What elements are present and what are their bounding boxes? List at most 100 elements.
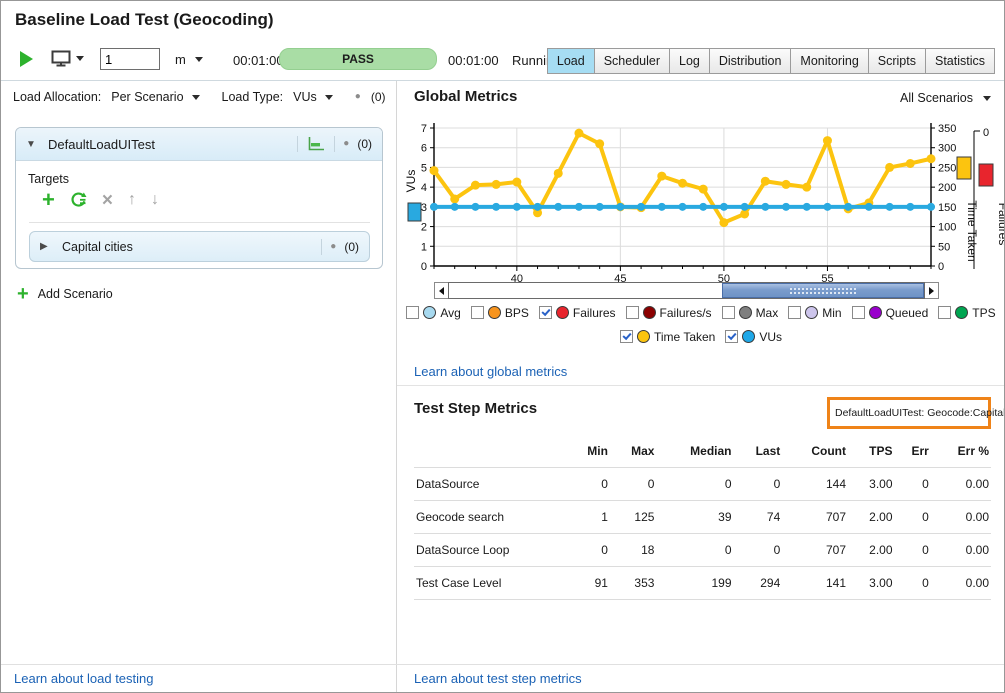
legend-max[interactable]: Max [722, 306, 779, 320]
column-header-count: Count [782, 439, 848, 468]
legend-label: Queued [886, 306, 929, 320]
legend-bps[interactable]: BPS [471, 306, 529, 320]
test-step-selector[interactable]: DefaultLoadUITest: Geocode:Capital citie… [827, 397, 991, 429]
target-item[interactable]: ▶ Capital cities ● (0) [29, 231, 370, 262]
delete-target-icon[interactable]: × [102, 191, 113, 210]
series-color-icon [955, 306, 968, 319]
checkbox-checked[interactable] [539, 306, 552, 319]
load-allocation-select[interactable]: Per Scenario [111, 90, 199, 104]
failure-count: (0) [371, 90, 386, 104]
test-step-metrics-title: Test Step Metrics [414, 400, 537, 417]
series-color-icon [805, 306, 818, 319]
metrics-table-header: MinMaxMedianLastCountTPSErrErr % [414, 439, 991, 468]
add-target-icon[interactable]: + [42, 189, 55, 211]
view-tab-bar: LoadSchedulerLogDistributionMonitoringSc… [548, 48, 995, 74]
tab-distribution[interactable]: Distribution [709, 48, 792, 74]
learn-test-step-metrics-link[interactable]: Learn about test step metrics [414, 671, 582, 686]
scroll-left-button[interactable] [434, 282, 449, 299]
expand-icon[interactable]: ▶ [40, 241, 62, 252]
metric-value: 3.00 [848, 468, 895, 501]
legend-min[interactable]: Min [788, 306, 841, 320]
chart-legend-row-1: Avg BPS Failures Failures/s Max Min Queued TPS [401, 304, 1001, 322]
checkbox-unchecked[interactable] [626, 306, 639, 319]
tab-scheduler[interactable]: Scheduler [594, 48, 670, 74]
metric-value: 0 [656, 534, 733, 567]
legend-vus[interactable]: VUs [725, 330, 782, 344]
tab-statistics[interactable]: Statistics [925, 48, 995, 74]
legend-queued[interactable]: Queued [852, 306, 929, 320]
status-dot-icon: ● [343, 139, 349, 149]
move-down-icon[interactable]: ↓ [151, 191, 159, 209]
divider [297, 136, 298, 152]
status-dot-icon: ● [355, 92, 361, 102]
legend-failures[interactable]: Failures [539, 306, 616, 320]
checkbox-unchecked[interactable] [406, 306, 419, 319]
svg-text:Failures: Failures [996, 203, 1005, 246]
clone-target-icon[interactable] [70, 192, 87, 209]
metric-value: 3.00 [848, 567, 895, 600]
row-label: DataSource [414, 468, 568, 501]
metric-value: 0.00 [931, 468, 991, 501]
footer-divider [1, 664, 1005, 665]
tab-log[interactable]: Log [669, 48, 710, 74]
scenario-scope-select[interactable]: All Scenarios [900, 91, 991, 105]
scenario-name: DefaultLoadUITest [48, 137, 155, 152]
chevron-down-icon [76, 56, 84, 61]
run-button[interactable] [20, 51, 33, 67]
learn-global-metrics-link[interactable]: Learn about global metrics [414, 364, 567, 379]
legend-tps[interactable]: TPS [938, 306, 995, 320]
move-up-icon[interactable]: ↑ [128, 191, 136, 209]
chevron-down-icon [192, 95, 200, 100]
checkbox-unchecked[interactable] [471, 306, 484, 319]
checkbox-unchecked[interactable] [788, 306, 801, 319]
checkbox-unchecked[interactable] [722, 306, 735, 319]
scroll-right-button[interactable] [924, 282, 939, 299]
legend-failures-s[interactable]: Failures/s [626, 306, 712, 320]
svg-text:50: 50 [938, 241, 950, 253]
metric-value: 39 [656, 501, 733, 534]
load-type-select[interactable]: VUs [293, 90, 333, 104]
checkbox-unchecked[interactable] [852, 306, 865, 319]
tab-load[interactable]: Load [547, 48, 595, 74]
row-label: Geocode search [414, 501, 568, 534]
svg-text:4: 4 [421, 182, 427, 194]
scenario-header[interactable]: ▼ DefaultLoadUITest ● (0) [16, 128, 382, 161]
svg-text:0: 0 [938, 261, 944, 273]
limit-value-input[interactable] [100, 48, 160, 70]
metric-value: 2.00 [848, 501, 895, 534]
legend-label: Time Taken [654, 330, 715, 344]
status-progress-bar: PASS [279, 48, 437, 70]
legend-time-taken[interactable]: Time Taken [620, 330, 715, 344]
collapse-icon[interactable]: ▼ [26, 139, 48, 150]
table-row: Geocode search112539747072.0000.00 [414, 501, 991, 534]
load-test-window: Baseline Load Test (Geocoding) m 00:01:0… [0, 0, 1005, 693]
tab-monitoring[interactable]: Monitoring [790, 48, 868, 74]
target-failure-count: (0) [344, 240, 359, 254]
scrollbar-track[interactable] [448, 282, 925, 299]
scrollbar-thumb[interactable] [722, 283, 924, 298]
agent-selector[interactable] [51, 50, 84, 67]
metric-value: 144 [782, 468, 848, 501]
svg-text:0: 0 [983, 127, 989, 139]
add-scenario-label: Add Scenario [38, 287, 113, 301]
left-arrow-icon [439, 287, 444, 295]
checkbox-checked[interactable] [725, 330, 738, 343]
chart-icon[interactable] [306, 136, 326, 152]
checkbox-checked[interactable] [620, 330, 633, 343]
metric-value: 294 [734, 567, 783, 600]
divider [29, 222, 370, 223]
limit-unit-select[interactable]: m [175, 52, 203, 67]
add-scenario-button[interactable]: + Add Scenario [17, 285, 113, 303]
column-header-last: Last [734, 439, 783, 468]
series-color-icon [869, 306, 882, 319]
legend-label: Avg [440, 306, 460, 320]
column-header-max: Max [610, 439, 656, 468]
learn-load-testing-link[interactable]: Learn about load testing [14, 671, 154, 686]
legend-label: Min [822, 306, 841, 320]
legend-avg[interactable]: Avg [406, 306, 460, 320]
tab-scripts[interactable]: Scripts [868, 48, 926, 74]
metric-value: 0 [734, 534, 783, 567]
checkbox-unchecked[interactable] [938, 306, 951, 319]
chart-scrollbar[interactable] [434, 282, 939, 299]
legend-label: VUs [759, 330, 782, 344]
